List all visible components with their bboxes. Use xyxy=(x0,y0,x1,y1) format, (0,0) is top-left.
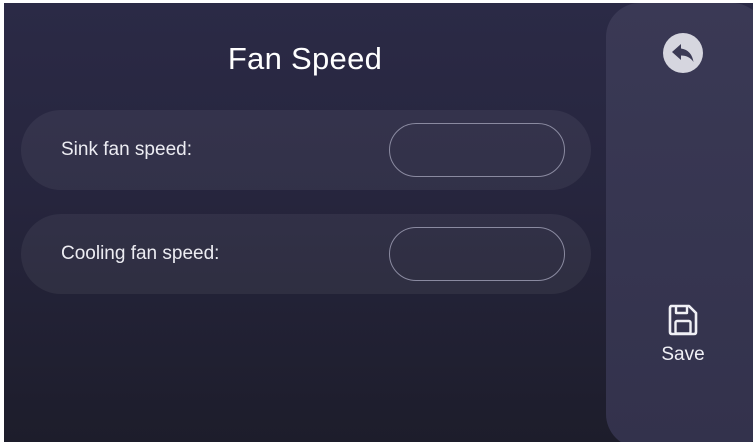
cooling-fan-speed-input[interactable] xyxy=(389,227,565,281)
back-button[interactable] xyxy=(663,33,703,73)
side-panel: Save xyxy=(606,3,753,442)
cooling-fan-label: Cooling fan speed: xyxy=(61,243,220,264)
sink-fan-speed-input[interactable] xyxy=(389,123,565,177)
back-arrow-icon xyxy=(672,44,694,62)
sink-fan-label: Sink fan speed: xyxy=(61,139,192,160)
save-label: Save xyxy=(661,344,705,365)
save-button[interactable]: Save xyxy=(650,301,716,371)
cooling-fan-row: Cooling fan speed: xyxy=(21,214,591,294)
floppy-disk-icon xyxy=(668,304,698,336)
fan-speed-screen: Fan Speed Sink fan speed: Cooling fan sp… xyxy=(4,3,753,442)
page-title: Fan Speed xyxy=(227,41,383,76)
sink-fan-row: Sink fan speed: xyxy=(21,110,591,190)
